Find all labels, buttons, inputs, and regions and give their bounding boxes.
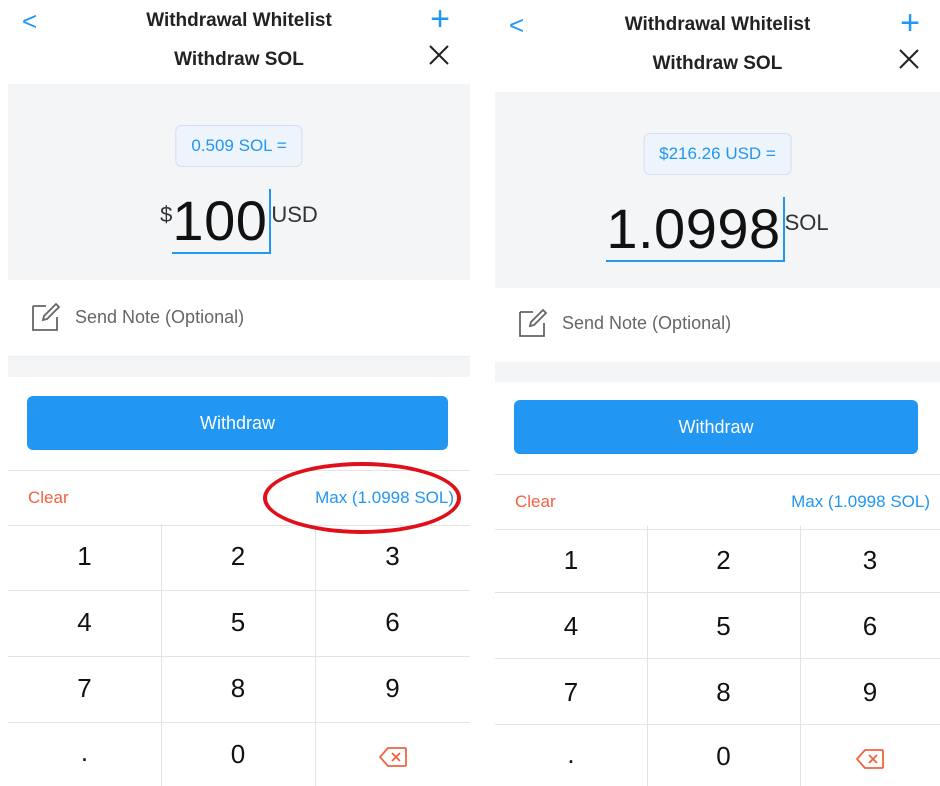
key-1[interactable]: 1 [495, 545, 647, 576]
number-keypad: 1 2 3 4 5 6 7 8 9 . 0 [8, 524, 470, 786]
backspace-icon[interactable] [800, 745, 940, 776]
amount-unit: USD [271, 202, 318, 227]
close-icon[interactable] [428, 44, 450, 71]
key-2[interactable]: 2 [647, 545, 800, 576]
currency-symbol: $ [160, 202, 173, 227]
key-2[interactable]: 2 [161, 541, 315, 572]
keypad-actions: Clear Max (1.0998 SOL) [8, 470, 470, 526]
amount-input[interactable]: 1.0998 [606, 197, 785, 262]
key-7[interactable]: 7 [8, 673, 161, 704]
key-8[interactable]: 8 [647, 677, 800, 708]
page-title: Withdrawal Whitelist [624, 14, 811, 35]
amount-unit: SOL [784, 210, 829, 235]
divider [495, 362, 940, 382]
number-keypad: 1 2 3 4 5 6 7 8 9 . 0 [495, 526, 940, 786]
withdraw-button[interactable]: Withdraw [514, 400, 918, 454]
key-6[interactable]: 6 [315, 607, 470, 638]
key-1[interactable]: 1 [8, 541, 161, 572]
edit-note-icon [517, 308, 549, 343]
withdraw-screen-usd: < Withdrawal Whitelist + Withdraw SOL 0.… [8, 0, 470, 786]
conversion-rate-toggle[interactable]: 0.509 SOL = [175, 125, 303, 167]
max-button[interactable]: Max (1.0998 SOL) [315, 488, 454, 508]
header: < Withdrawal Whitelist + Withdraw SOL [8, 0, 470, 84]
key-0[interactable]: 0 [161, 739, 315, 770]
send-note-label: Send Note (Optional) [562, 313, 732, 333]
clear-button[interactable]: Clear [515, 492, 556, 512]
add-icon[interactable]: + [900, 6, 920, 40]
key-5[interactable]: 5 [161, 607, 315, 638]
header: < Withdrawal Whitelist + Withdraw SOL [495, 4, 940, 88]
amount-panel: $216.26 USD = 1.0998 SOL [495, 92, 940, 288]
key-5[interactable]: 5 [647, 611, 800, 642]
key-7[interactable]: 7 [495, 677, 647, 708]
send-note-label: Send Note (Optional) [75, 307, 245, 327]
key-8[interactable]: 8 [161, 673, 315, 704]
divider [8, 357, 470, 377]
page-subtitle: Withdraw SOL [652, 53, 783, 74]
send-note-row[interactable]: Send Note (Optional) [495, 286, 940, 363]
key-9[interactable]: 9 [800, 677, 940, 708]
key-6[interactable]: 6 [800, 611, 940, 642]
key-3[interactable]: 3 [315, 541, 470, 572]
key-0[interactable]: 0 [647, 741, 800, 772]
backspace-icon[interactable] [315, 743, 470, 774]
add-icon[interactable]: + [430, 2, 450, 36]
amount-display[interactable]: 1.0998 SOL [495, 196, 940, 262]
key-decimal[interactable]: . [495, 739, 647, 770]
key-9[interactable]: 9 [315, 673, 470, 704]
amount-display[interactable]: $100 USD [8, 188, 470, 254]
conversion-rate-toggle[interactable]: $216.26 USD = [643, 133, 792, 175]
withdraw-screen-sol: < Withdrawal Whitelist + Withdraw SOL $2… [495, 0, 940, 786]
edit-note-icon [30, 302, 62, 337]
send-note-row[interactable]: Send Note (Optional) [8, 280, 470, 357]
withdraw-button[interactable]: Withdraw [27, 396, 448, 450]
page-subtitle: Withdraw SOL [174, 49, 304, 70]
close-icon[interactable] [898, 48, 920, 75]
key-4[interactable]: 4 [495, 611, 647, 642]
keypad-actions: Clear Max (1.0998 SOL) [495, 474, 940, 530]
page-title: Withdrawal Whitelist [146, 10, 332, 31]
clear-button[interactable]: Clear [28, 488, 69, 508]
key-4[interactable]: 4 [8, 607, 161, 638]
amount-input[interactable]: 100 [172, 189, 272, 254]
key-decimal[interactable]: . [8, 737, 161, 768]
amount-panel: 0.509 SOL = $100 USD [8, 84, 470, 280]
max-button[interactable]: Max (1.0998 SOL) [791, 492, 930, 512]
key-3[interactable]: 3 [800, 545, 940, 576]
